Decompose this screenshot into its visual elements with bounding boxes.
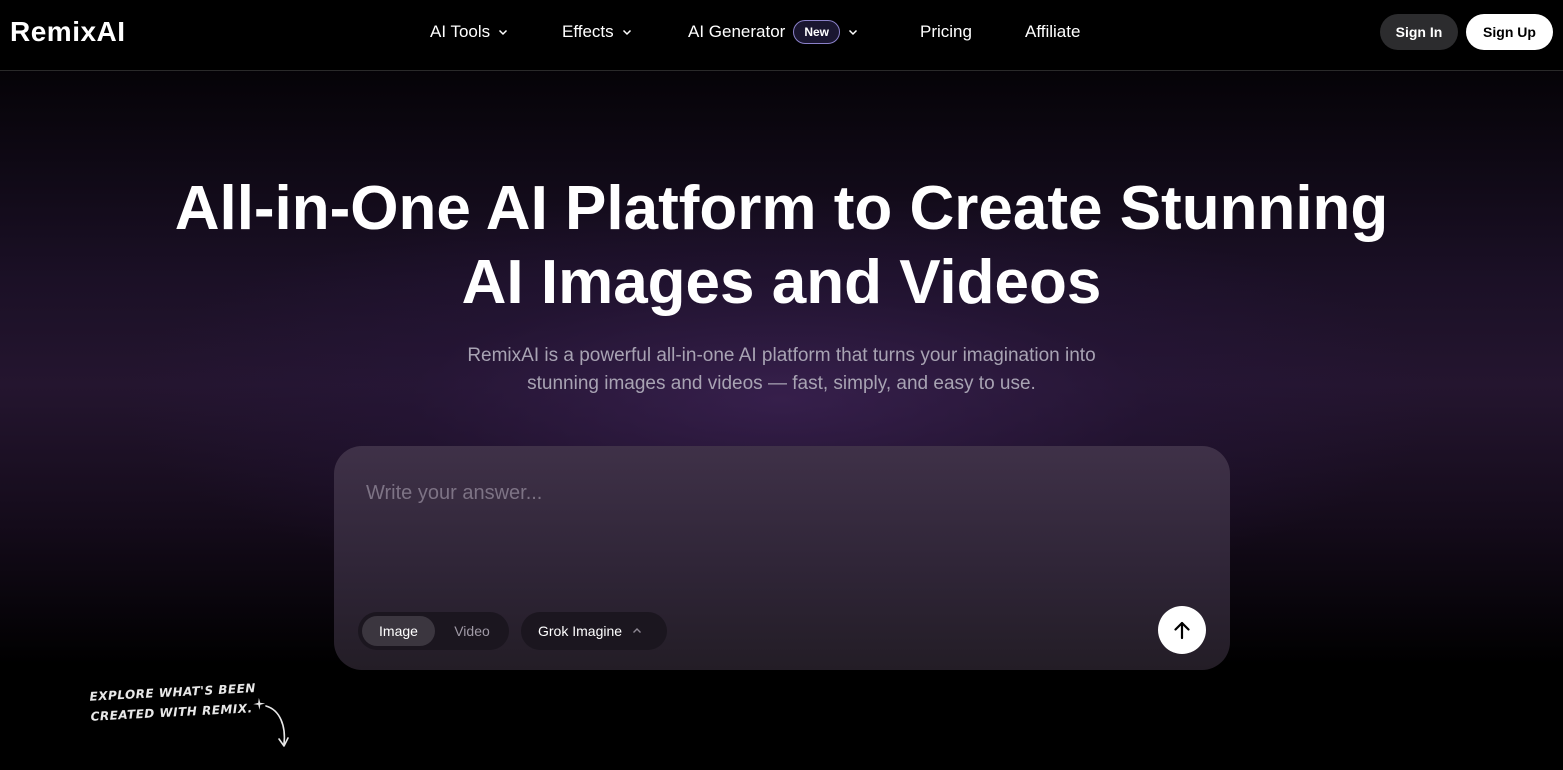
top-navbar: RemixAI AI Tools Effects AI Generator Ne… xyxy=(0,0,1563,71)
arrow-up-icon xyxy=(1174,621,1190,640)
sign-up-button[interactable]: Sign Up xyxy=(1466,14,1553,50)
hero-title-line1: All-in-One AI Platform to Create Stunnin… xyxy=(174,174,1389,243)
nav-affiliate[interactable]: Affiliate xyxy=(1025,21,1080,43)
submit-button[interactable] xyxy=(1158,606,1206,654)
nav-pricing-label: Pricing xyxy=(920,22,972,41)
nav-ai-generator-label: AI Generator xyxy=(688,22,786,41)
nav-pricing[interactable]: Pricing xyxy=(920,21,972,43)
nav-ai-tools-label: AI Tools xyxy=(430,22,491,41)
chevron-down-icon xyxy=(848,29,858,36)
nav-ai-generator[interactable]: AI Generator New xyxy=(688,20,858,44)
hero-subtitle-line2: stunning images and videos — fast, simpl… xyxy=(527,373,1036,394)
chevron-down-icon xyxy=(622,29,631,36)
nav-effects[interactable]: Effects xyxy=(562,21,632,43)
image-mode-button[interactable]: Image xyxy=(362,616,435,646)
curved-arrow-icon xyxy=(265,705,289,747)
hero-title-line2: AI Images and Videos xyxy=(461,248,1102,317)
chevron-up-icon xyxy=(633,628,642,633)
prompt-box: Image Video Grok Imagine xyxy=(334,446,1230,670)
media-type-toggle: Image Video xyxy=(358,612,509,650)
hero-title: All-in-One AI Platform to Create Stunnin… xyxy=(0,172,1563,320)
chevron-down-icon xyxy=(499,29,508,36)
nav-affiliate-label: Affiliate xyxy=(1025,22,1081,41)
logo[interactable]: RemixAI xyxy=(10,16,126,48)
nav-ai-tools[interactable]: AI Tools xyxy=(430,21,508,43)
hero-subtitle-line1: RemixAI is a powerful all-in-one AI plat… xyxy=(467,345,1096,366)
nav-effects-label: Effects xyxy=(562,22,614,41)
hero-subtitle: RemixAI is a powerful all-in-one AI plat… xyxy=(0,342,1563,398)
sign-in-button[interactable]: Sign In xyxy=(1380,14,1458,50)
model-select-label: Grok Imagine xyxy=(538,623,623,639)
video-mode-button[interactable]: Video xyxy=(438,616,506,646)
model-select[interactable]: Grok Imagine xyxy=(521,612,667,650)
prompt-input[interactable] xyxy=(366,478,1186,508)
new-badge: New xyxy=(793,20,841,44)
